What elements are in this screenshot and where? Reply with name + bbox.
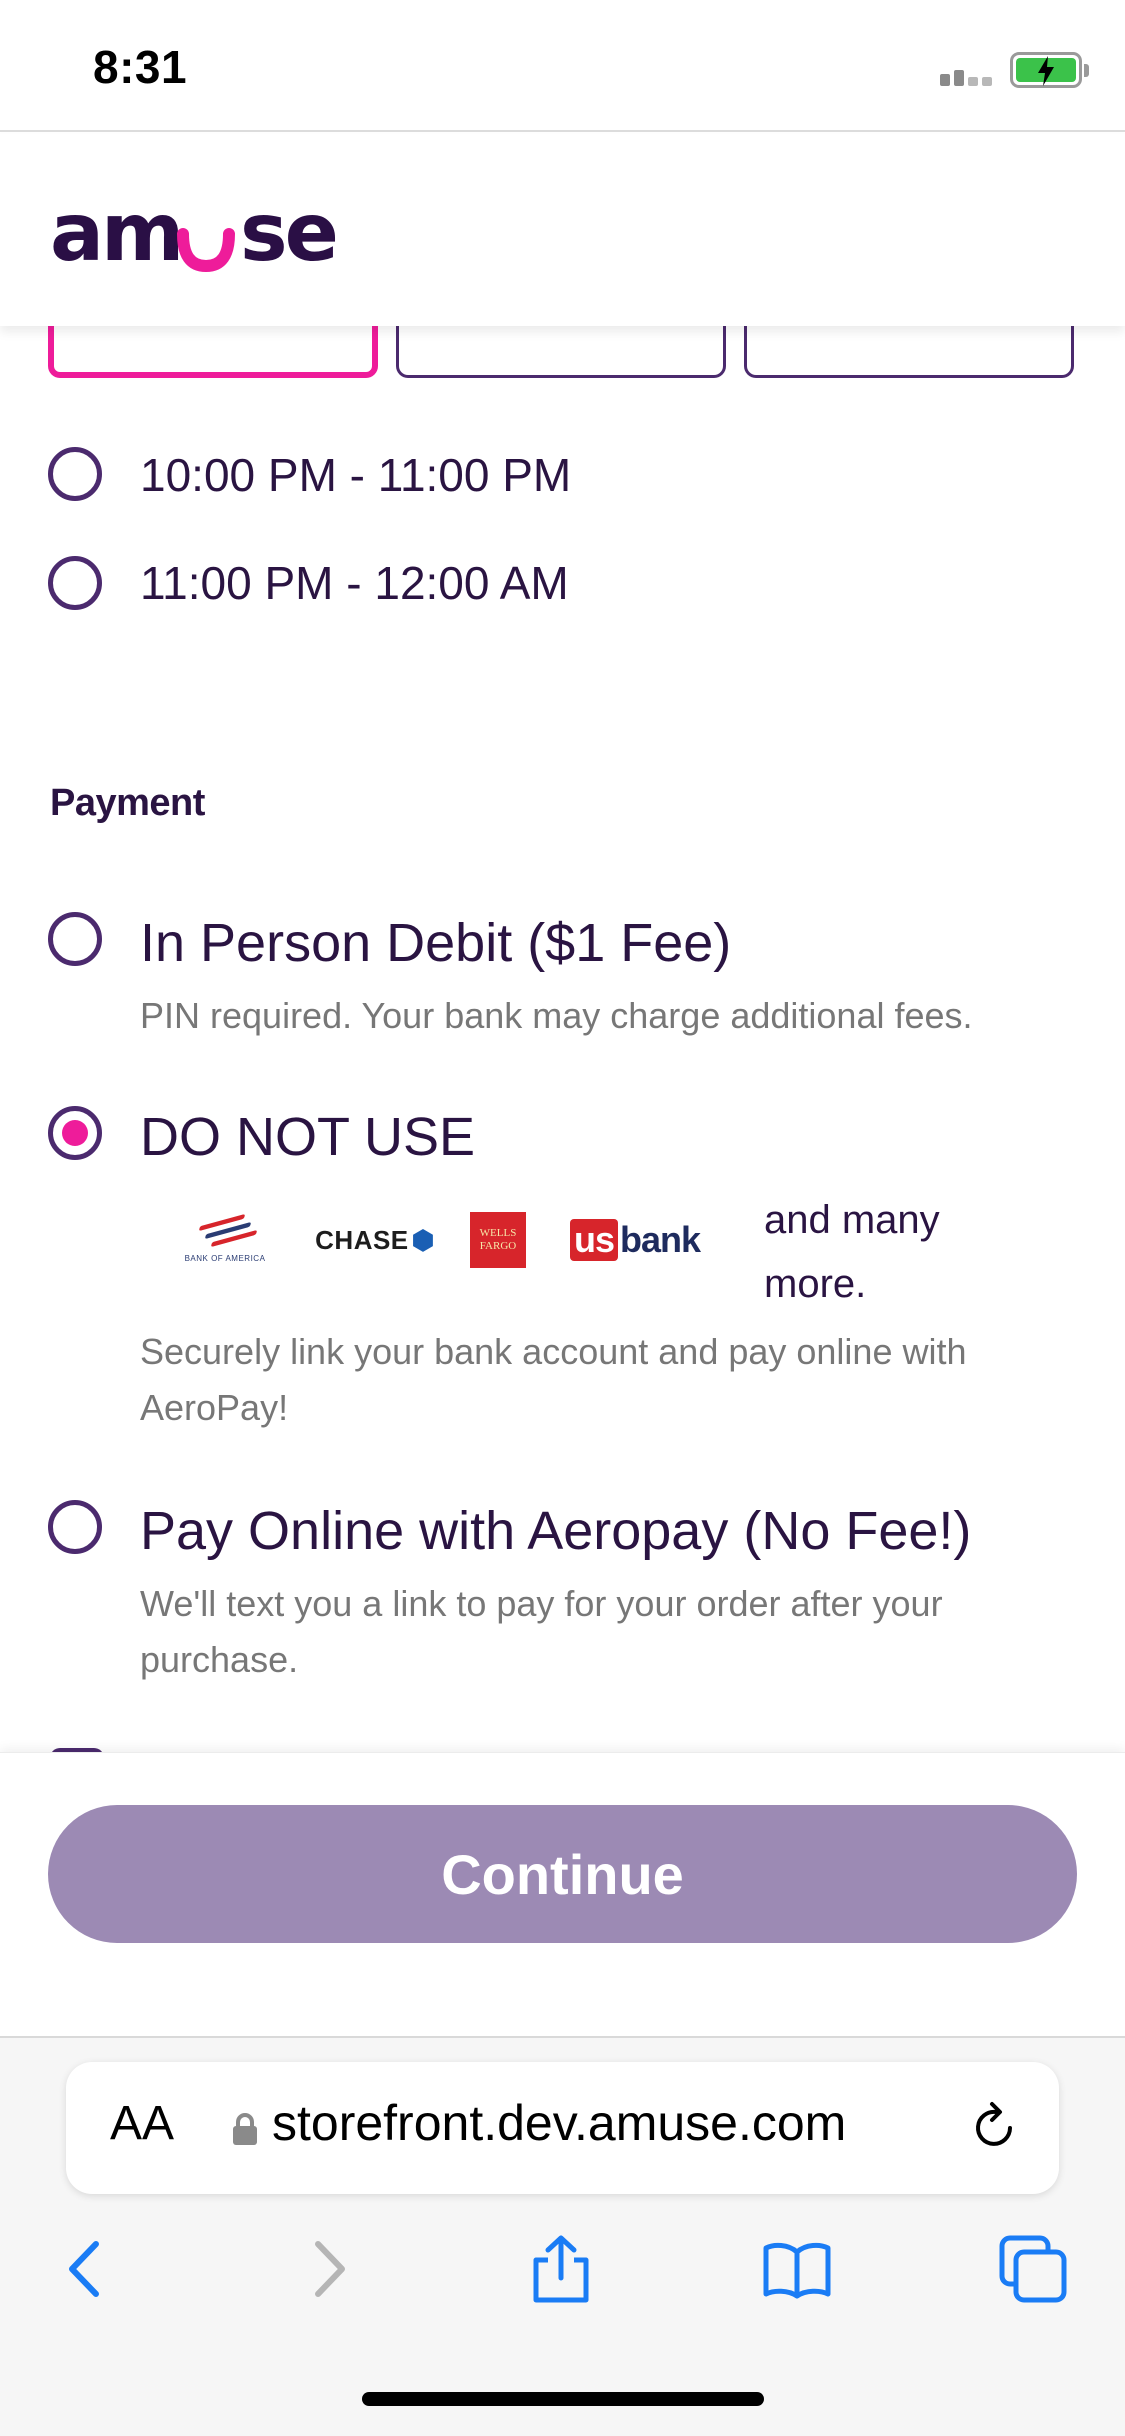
and-many-more-text: and many more. [764, 1198, 940, 1306]
payment-radio-in-person-debit[interactable] [48, 912, 102, 966]
app-header: am se [0, 134, 1125, 326]
url-text: storefront.dev.amuse.com [272, 2095, 847, 2151]
browser-toolbar: AA storefront.dev.amuse.com [0, 2036, 1125, 2436]
payment-desc-do-not-use: Securely link your bank account and pay … [140, 1331, 967, 1428]
bottom-action-sheet: Continue [0, 1752, 1125, 2036]
payment-radio-do-not-use[interactable] [48, 1106, 102, 1160]
amuse-logo[interactable]: am se [50, 178, 350, 288]
payment-desc-aeropay: We'll text you a link to pay for your or… [140, 1583, 943, 1680]
share-icon[interactable] [526, 2234, 596, 2304]
chevron-left-icon[interactable] [52, 2234, 122, 2304]
bank-of-america-logo: BANK OF AMERICA [170, 1200, 280, 1280]
amuse-logo-mark: am se [50, 186, 339, 279]
time-slot-radio-2[interactable] [48, 556, 102, 610]
wells-fargo-logo: WELLS FARGO [470, 1212, 526, 1268]
payment-desc-in-person-debit: PIN required. Your bank may charge addit… [140, 995, 973, 1036]
payment-label-aeropay: Pay Online with Aeropay (No Fee!) [140, 1501, 972, 1561]
continue-button[interactable]: Continue [48, 1805, 1077, 1943]
lock-icon [233, 2113, 257, 2145]
time-slot-label-1: 10:00 PM - 11:00 PM [140, 449, 572, 501]
payment-radio-aeropay[interactable] [48, 1500, 102, 1554]
payment-label-do-not-use: DO NOT USE [140, 1107, 476, 1167]
book-icon[interactable] [762, 2234, 832, 2304]
chevron-right-icon[interactable] [292, 2234, 362, 2304]
reader-text-size-button[interactable]: AA [110, 2096, 174, 2151]
chase-logo: CHASE ⬢ [315, 1224, 435, 1255]
svg-text:am: am [50, 186, 181, 279]
tabs-icon[interactable] [998, 2234, 1068, 2304]
payment-label-in-person-debit: In Person Debit ($1 Fee) [140, 913, 732, 973]
payment-section-title: Payment [50, 782, 205, 824]
bank-logos: BANK OF AMERICA CHASE ⬢ WELLS FARGO us ban… [170, 1200, 730, 1280]
reload-icon[interactable] [966, 2100, 1022, 2156]
home-indicator [362, 2392, 764, 2406]
status-time: 8:31 [93, 41, 188, 93]
signal-icon [940, 66, 1000, 86]
time-slot-label-2: 11:00 PM - 12:00 AM [140, 557, 569, 609]
svg-text:se: se [240, 186, 336, 279]
status-bar: 8:31 [0, 0, 1125, 132]
time-slot-radio-1[interactable] [48, 447, 102, 501]
address-bar[interactable]: AA storefront.dev.amuse.com [66, 2062, 1059, 2194]
battery-charging-icon [1010, 52, 1089, 88]
us-bank-logo: us bank [565, 1200, 705, 1280]
